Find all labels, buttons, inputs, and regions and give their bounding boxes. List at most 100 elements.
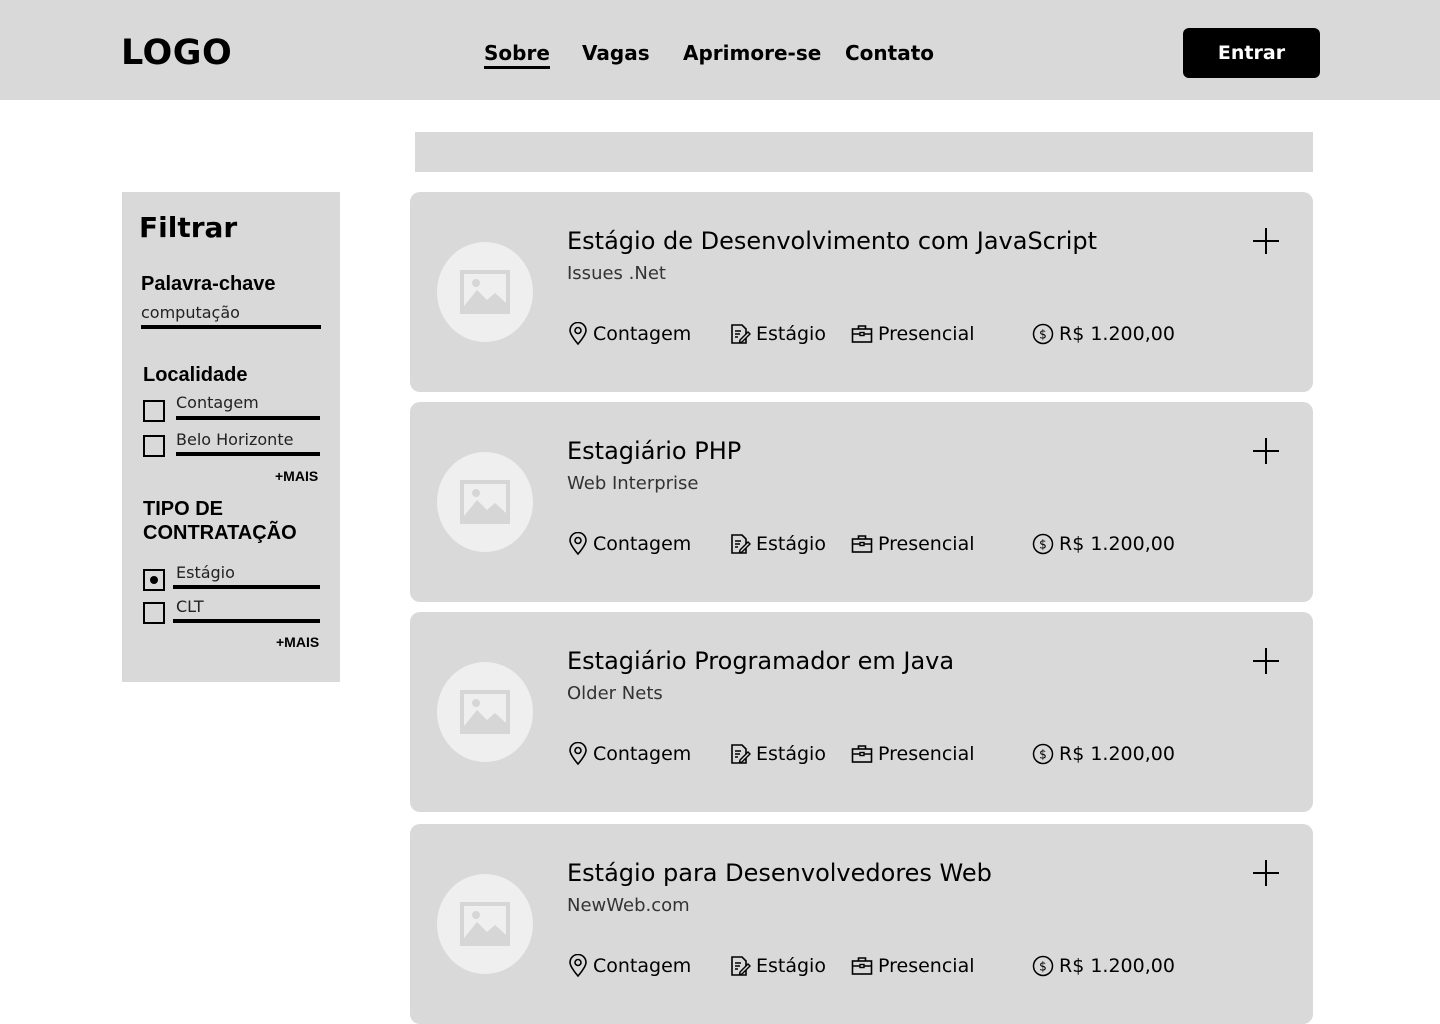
site-header: LOGO Sobre Vagas Aprimore-se Contato Ent…: [0, 0, 1440, 100]
job-title[interactable]: Estágio de Desenvolvimento com JavaScrip…: [567, 226, 1097, 256]
job-card[interactable]: Estagiário PHP Web Interprise Contagem E…: [410, 402, 1313, 602]
option-underline: [176, 416, 320, 420]
contract-option-label: Estágio: [176, 563, 235, 582]
job-title[interactable]: Estagiário PHP: [567, 436, 741, 466]
job-contract-type: Estágio: [729, 742, 826, 766]
nav-item-aprimore-se[interactable]: Aprimore-se: [683, 41, 821, 65]
briefcase-icon: [851, 535, 873, 553]
nav-item-contato[interactable]: Contato: [845, 41, 934, 65]
briefcase-icon: [851, 745, 873, 763]
job-company: Issues .Net: [567, 263, 666, 284]
job-card[interactable]: Estágio para Desenvolvedores Web NewWeb.…: [410, 824, 1313, 1024]
job-work-mode: Presencial: [851, 532, 974, 556]
job-type: Estágio: [756, 533, 826, 555]
job-work-mode: Presencial: [851, 954, 974, 978]
location-option-label: Belo Horizonte: [176, 430, 294, 449]
dollar-coin-icon: $: [1032, 743, 1054, 765]
job-company: Web Interprise: [567, 473, 699, 494]
dollar-coin-icon: $: [1032, 955, 1054, 977]
svg-text:$: $: [1039, 960, 1047, 974]
job-mode: Presencial: [878, 743, 975, 765]
option-underline: [176, 452, 320, 456]
job-location: Contagem: [568, 742, 691, 766]
image-placeholder-icon: [437, 452, 533, 552]
job-company: Older Nets: [567, 683, 663, 704]
option-underline: [173, 585, 320, 589]
job-city: Contagem: [593, 955, 692, 977]
location-label: Localidade: [143, 364, 248, 386]
job-city: Contagem: [593, 323, 692, 345]
contract-option-label: CLT: [176, 597, 204, 616]
job-type: Estágio: [756, 955, 826, 977]
image-placeholder-icon: [437, 662, 533, 762]
image-placeholder-icon: [437, 242, 533, 342]
keyword-input-underline: [141, 325, 321, 329]
svg-text:$: $: [1039, 328, 1047, 342]
job-card[interactable]: Estágio de Desenvolvimento com JavaScrip…: [410, 192, 1313, 392]
logo[interactable]: LOGO: [121, 34, 232, 72]
document-edit-icon: [731, 956, 751, 976]
keyword-label: Palavra-chave: [141, 273, 276, 295]
document-edit-icon: [731, 534, 751, 554]
job-city: Contagem: [593, 533, 692, 555]
job-title[interactable]: Estagiário Programador em Java: [567, 646, 954, 676]
briefcase-icon: [851, 325, 873, 343]
contract-checkbox-estagio[interactable]: [143, 569, 165, 591]
job-work-mode: Presencial: [851, 742, 974, 766]
location-option-label: Contagem: [176, 393, 259, 412]
document-edit-icon: [731, 744, 751, 764]
plus-icon[interactable]: [1250, 645, 1282, 677]
nav-item-sobre[interactable]: Sobre: [484, 41, 550, 69]
contract-checkbox-clt[interactable]: [143, 602, 165, 624]
job-location: Contagem: [568, 532, 691, 556]
job-work-mode: Presencial: [851, 322, 974, 346]
map-pin-icon: [569, 322, 587, 346]
dollar-coin-icon: $: [1032, 323, 1054, 345]
job-location: Contagem: [568, 322, 691, 346]
job-type: Estágio: [756, 323, 826, 345]
job-salary: R$ 1.200,00: [1059, 743, 1175, 765]
job-salary-block: $ R$ 1.200,00: [1032, 742, 1175, 766]
job-city: Contagem: [593, 743, 692, 765]
dollar-coin-icon: $: [1032, 533, 1054, 555]
job-contract-type: Estágio: [729, 954, 826, 978]
filter-title: Filtrar: [139, 211, 238, 244]
job-mode: Presencial: [878, 955, 975, 977]
option-underline: [173, 619, 320, 623]
job-salary-block: $ R$ 1.200,00: [1032, 532, 1175, 556]
plus-icon[interactable]: [1250, 857, 1282, 889]
login-button[interactable]: Entrar: [1183, 28, 1320, 78]
contract-type-label-line2: CONTRATAÇÃO: [143, 522, 297, 544]
contract-type-label: TIPO DE: [143, 498, 224, 520]
job-company: NewWeb.com: [567, 895, 690, 916]
job-salary-block: $ R$ 1.200,00: [1032, 954, 1175, 978]
job-salary: R$ 1.200,00: [1059, 323, 1175, 345]
contract-more-link[interactable]: +MAIS: [276, 634, 319, 650]
job-card[interactable]: Estagiário Programador em Java Older Net…: [410, 612, 1313, 812]
image-placeholder-icon: [437, 874, 533, 974]
job-mode: Presencial: [878, 323, 975, 345]
search-bar[interactable]: [415, 132, 1313, 172]
job-salary-block: $ R$ 1.200,00: [1032, 322, 1175, 346]
job-title[interactable]: Estágio para Desenvolvedores Web: [567, 858, 992, 888]
location-checkbox-belo-horizonte[interactable]: [143, 435, 165, 457]
plus-icon[interactable]: [1250, 225, 1282, 257]
job-salary: R$ 1.200,00: [1059, 533, 1175, 555]
job-salary: R$ 1.200,00: [1059, 955, 1175, 977]
job-contract-type: Estágio: [729, 322, 826, 346]
job-mode: Presencial: [878, 533, 975, 555]
briefcase-icon: [851, 957, 873, 975]
location-more-link[interactable]: +MAIS: [275, 468, 318, 484]
map-pin-icon: [569, 954, 587, 978]
nav-item-vagas[interactable]: Vagas: [582, 41, 650, 65]
document-edit-icon: [731, 324, 751, 344]
plus-icon[interactable]: [1250, 435, 1282, 467]
filter-panel: Filtrar Palavra-chave Localidade Contage…: [122, 192, 340, 682]
map-pin-icon: [569, 742, 587, 766]
location-checkbox-contagem[interactable]: [143, 400, 165, 422]
svg-text:$: $: [1039, 748, 1047, 762]
map-pin-icon: [569, 532, 587, 556]
keyword-input[interactable]: [141, 302, 321, 324]
job-contract-type: Estágio: [729, 532, 826, 556]
job-location: Contagem: [568, 954, 691, 978]
